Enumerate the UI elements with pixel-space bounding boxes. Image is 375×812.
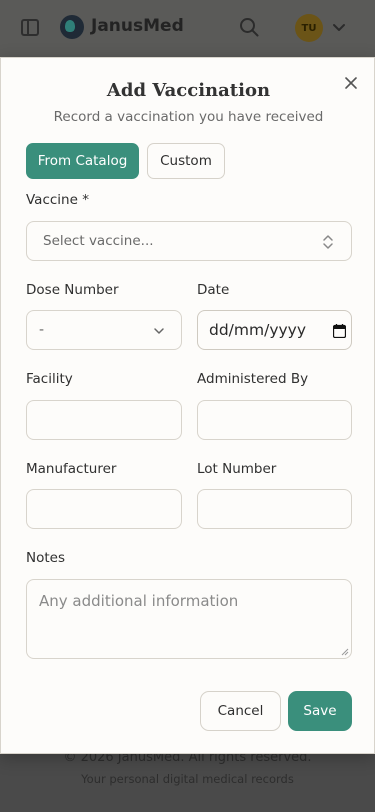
- date-input-value: dd/mm/yyyy: [209, 321, 307, 339]
- tab-from-catalog[interactable]: From Catalog: [26, 143, 139, 179]
- vaccine-label: Vaccine *: [26, 192, 89, 208]
- dialog-subtitle: Record a vaccination you have received: [53, 109, 324, 125]
- brand-logo-icon: [60, 15, 84, 39]
- cancel-button[interactable]: Cancel: [200, 691, 281, 731]
- calendar-icon[interactable]: [333, 324, 346, 338]
- notes-textarea[interactable]: Any additional information: [26, 579, 352, 659]
- tab-custom[interactable]: Custom: [147, 143, 225, 179]
- dose-number-label: Dose Number: [26, 282, 119, 298]
- facility-input[interactable]: [26, 400, 182, 440]
- facility-label: Facility: [26, 371, 73, 387]
- footer-tagline: Your personal digital medical records: [81, 772, 294, 786]
- chevron-down-icon[interactable]: [331, 19, 347, 35]
- administered-by-input[interactable]: [197, 400, 352, 440]
- search-icon[interactable]: [239, 17, 259, 37]
- chevron-down-icon: [154, 328, 164, 334]
- dose-number-value: -: [39, 322, 45, 338]
- dose-number-select[interactable]: -: [26, 310, 182, 350]
- administered-by-label: Administered By: [197, 371, 309, 387]
- lot-number-input[interactable]: [197, 489, 352, 529]
- vaccine-select-placeholder: Select vaccine...: [43, 233, 154, 249]
- manufacturer-label: Manufacturer: [26, 461, 117, 477]
- sidebar-toggle-icon[interactable]: [21, 19, 39, 36]
- save-button[interactable]: Save: [288, 691, 352, 731]
- manufacturer-input[interactable]: [26, 489, 182, 529]
- user-avatar[interactable]: TU: [295, 14, 323, 42]
- dialog-title: Add Vaccination: [106, 80, 271, 101]
- resize-handle-icon[interactable]: [341, 648, 349, 656]
- app-header: JanusMed TU: [0, 0, 375, 57]
- chevron-up-down-icon: [323, 235, 333, 249]
- notes-placeholder: Any additional information: [39, 592, 239, 610]
- notes-label: Notes: [26, 550, 65, 566]
- brand-name: JanusMed: [91, 16, 184, 36]
- lot-number-label: Lot Number: [197, 461, 277, 477]
- add-vaccination-dialog: Add Vaccination Record a vaccination you…: [0, 57, 375, 754]
- vaccine-select[interactable]: Select vaccine...: [26, 221, 352, 261]
- date-label: Date: [197, 282, 230, 298]
- date-input[interactable]: dd/mm/yyyy: [197, 310, 352, 350]
